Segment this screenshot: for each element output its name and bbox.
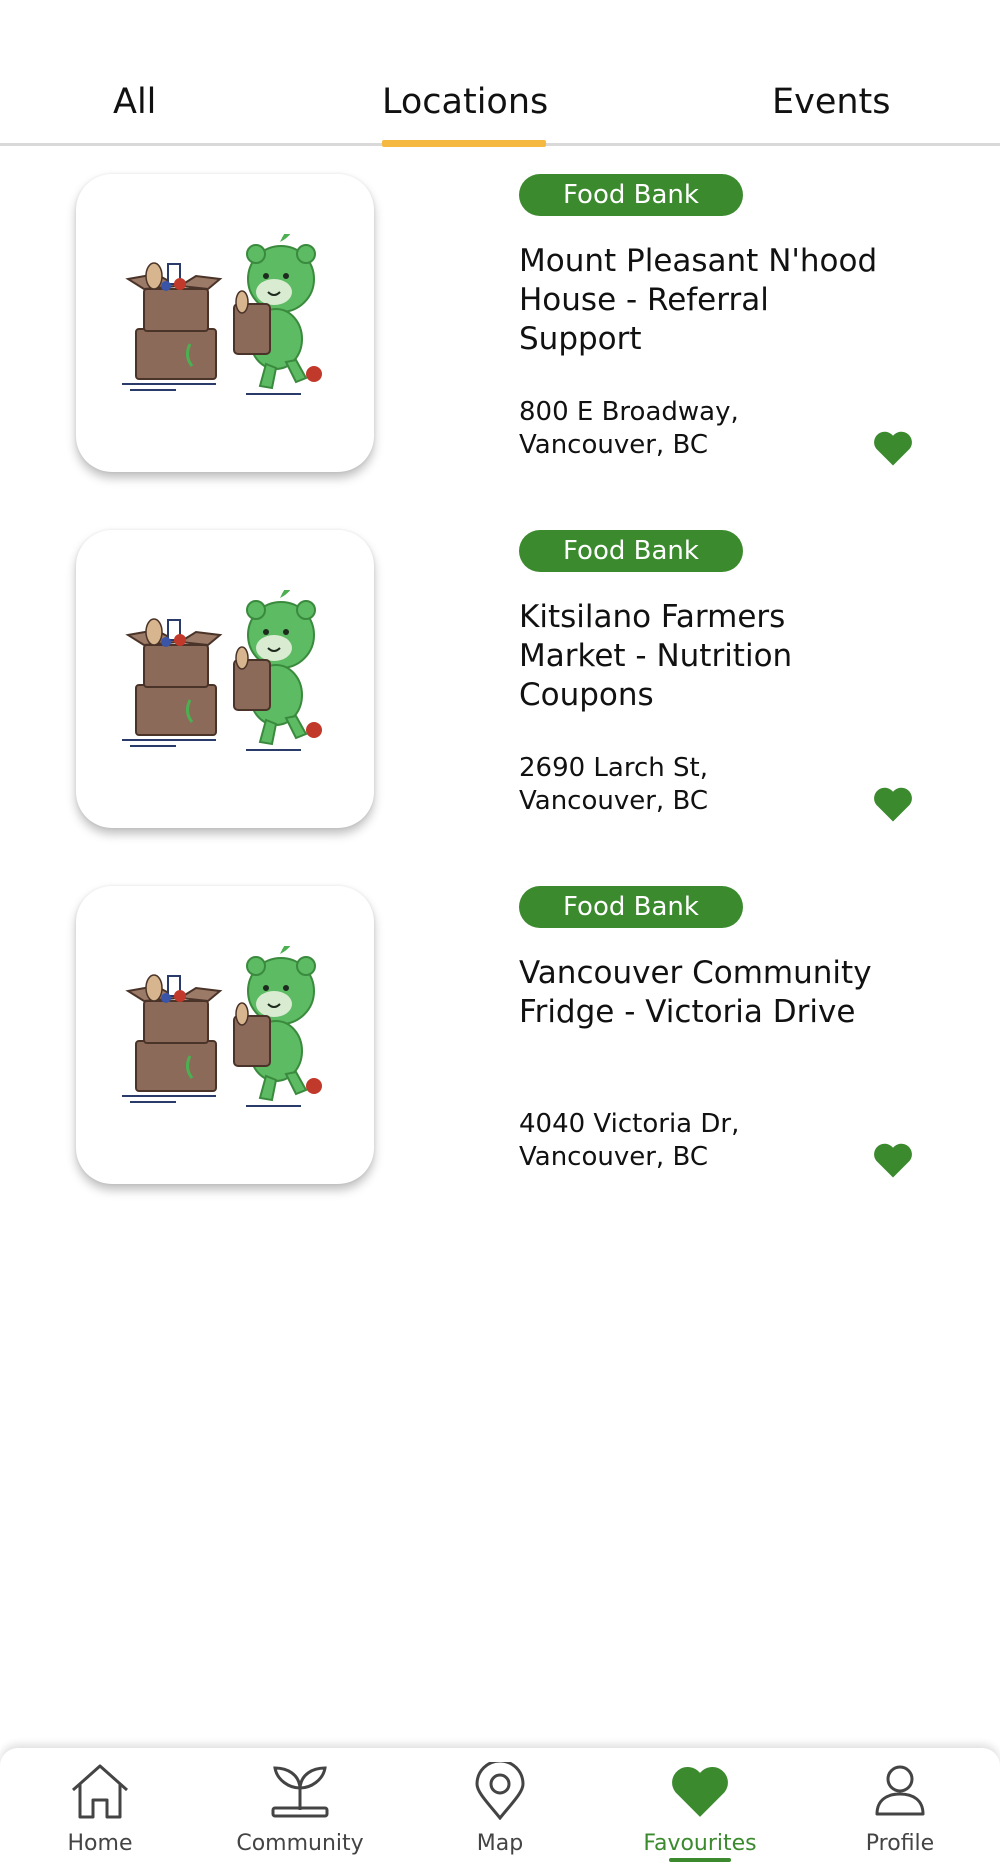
nav-map[interactable]: Map: [420, 1748, 580, 1864]
map-pin-icon: [475, 1762, 525, 1820]
nav-label-home: Home: [67, 1831, 133, 1856]
location-title[interactable]: Mount Pleasant N'hood House - Referral S…: [519, 242, 879, 359]
heart-icon[interactable]: [872, 784, 914, 824]
house-icon: [72, 1764, 128, 1819]
location-title[interactable]: Vancouver Community Fridge - Victoria Dr…: [519, 954, 879, 1032]
nav-home[interactable]: Home: [20, 1748, 180, 1864]
tab-locations[interactable]: Locations: [382, 82, 548, 122]
address-line-1: 2690 Larch St,: [519, 753, 708, 783]
address-line-2: Vancouver, BC: [519, 430, 708, 460]
nav-community[interactable]: Community: [220, 1748, 380, 1864]
bottom-nav: Home Community Map Favourites Profile: [0, 1748, 1000, 1864]
location-address: 800 E Broadway, Vancouver, BC: [519, 396, 819, 462]
location-thumbnail[interactable]: [76, 530, 374, 828]
location-card[interactable]: Food Bank Kitsilano Farmers Market - Nut…: [0, 530, 1000, 850]
tab-bar: All Locations Events: [0, 0, 1000, 147]
category-badge: Food Bank: [519, 530, 743, 572]
category-badge: Food Bank: [519, 886, 743, 928]
location-address: 4040 Victoria Dr, Vancouver, BC: [519, 1108, 819, 1174]
nav-label-favourites: Favourites: [643, 1831, 757, 1856]
address-line-2: Vancouver, BC: [519, 1142, 708, 1172]
heart-icon[interactable]: [872, 1140, 914, 1180]
address-line-1: 4040 Victoria Dr,: [519, 1109, 740, 1139]
person-icon: [875, 1765, 925, 1816]
tab-all[interactable]: All: [113, 82, 156, 122]
tab-events[interactable]: Events: [772, 82, 891, 122]
location-card[interactable]: Food Bank Mount Pleasant N'hood House - …: [0, 174, 1000, 494]
address-line-1: 800 E Broadway,: [519, 397, 739, 427]
location-address: 2690 Larch St, Vancouver, BC: [519, 752, 819, 818]
sprout-icon: [271, 1766, 329, 1818]
heart-icon[interactable]: [872, 428, 914, 468]
active-tab-indicator: [382, 140, 546, 147]
location-thumbnail[interactable]: [76, 174, 374, 472]
nav-label-community: Community: [236, 1831, 364, 1856]
heart-icon: [672, 1766, 728, 1817]
nav-label-map: Map: [476, 1831, 524, 1856]
bear-mascot-illustration: [122, 946, 322, 1107]
address-line-2: Vancouver, BC: [519, 786, 708, 816]
nav-label-profile: Profile: [865, 1831, 935, 1856]
active-nav-indicator: [669, 1858, 731, 1862]
nav-profile[interactable]: Profile: [820, 1748, 980, 1864]
category-badge: Food Bank: [519, 174, 743, 216]
bear-mascot-illustration: [122, 590, 322, 751]
bear-mascot-illustration: [122, 234, 322, 395]
nav-favourites[interactable]: Favourites: [620, 1748, 780, 1864]
location-thumbnail[interactable]: [76, 886, 374, 1184]
location-card[interactable]: Food Bank Vancouver Community Fridge - V…: [0, 886, 1000, 1206]
location-title[interactable]: Kitsilano Farmers Market - Nutrition Cou…: [519, 598, 879, 715]
